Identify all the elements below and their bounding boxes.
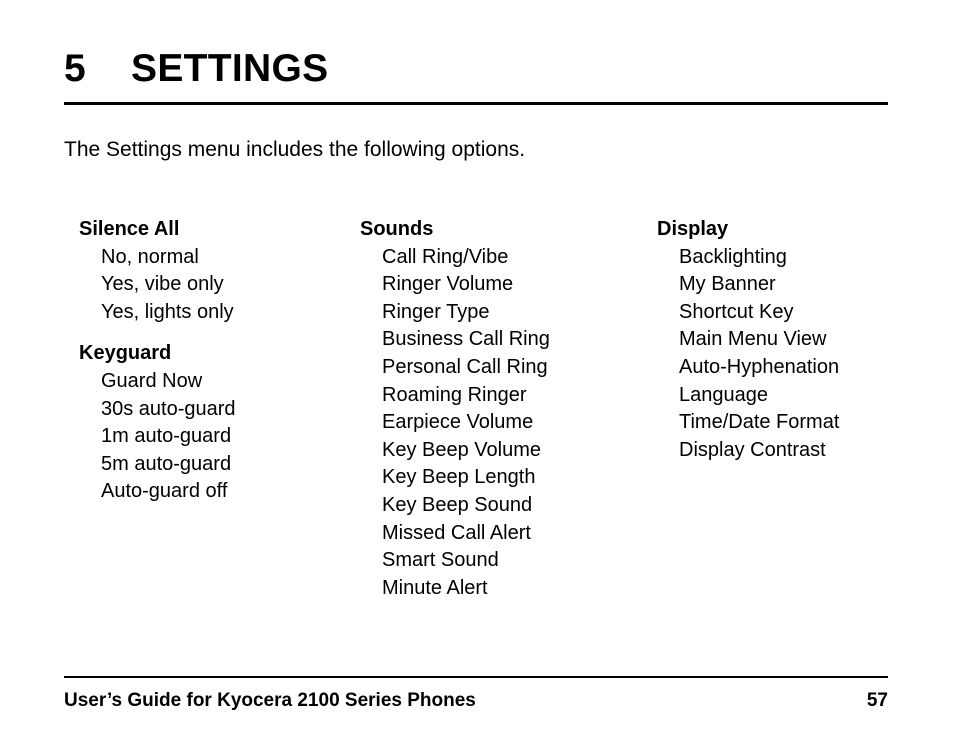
intro-paragraph: The Settings menu includes the following…	[64, 138, 526, 161]
settings-group-keyguard: Keyguard Guard Now 30s auto-guard 1m aut…	[79, 340, 349, 506]
list-item: Language	[679, 383, 768, 406]
group-heading: Display	[657, 218, 729, 240]
list-item: 5m auto-guard	[101, 452, 232, 475]
list-item: Minute Alert	[382, 576, 488, 599]
list-item: Call Ring/Vibe	[382, 245, 509, 268]
group-heading: Keyguard	[79, 342, 172, 365]
list-item: No, normal	[101, 245, 199, 268]
footer-divider	[64, 676, 888, 678]
list-item: Auto-Hyphenation	[679, 355, 840, 378]
list-item: Business Call Ring	[382, 328, 550, 351]
list-item: Backlighting	[679, 245, 787, 268]
chapter-heading: 5 SETTINGS	[64, 46, 888, 92]
settings-group-sounds: Sounds Call Ring/Vibe Ringer Volume Ring…	[360, 216, 645, 602]
group-heading: Sounds	[360, 218, 434, 240]
settings-column-1: Silence All No, normal Yes, vibe only Ye…	[79, 216, 349, 506]
list-item: Display Contrast	[679, 438, 826, 461]
page-number: 57	[866, 690, 888, 711]
list-item: Smart Sound	[382, 549, 499, 572]
page-title: 5 SETTINGS	[64, 46, 888, 92]
settings-columns: Silence All No, normal Yes, vibe only Ye…	[0, 216, 954, 616]
list-item: Guard Now	[101, 369, 203, 392]
list-item: Yes, lights only	[101, 300, 234, 323]
group-heading: Silence All	[79, 218, 180, 240]
list-item: Ringer Volume	[382, 273, 514, 296]
settings-group-silence-all: Silence All No, normal Yes, vibe only Ye…	[79, 216, 349, 326]
footer-title: User’s Guide for Kyocera 2100 Series Pho…	[64, 690, 476, 711]
list-item: Key Beep Volume	[382, 438, 541, 461]
list-item: Roaming Ringer	[382, 383, 527, 406]
list-item: 1m auto-guard	[101, 425, 232, 448]
list-item: Earpiece Volume	[382, 411, 534, 434]
settings-group-display: Display Backlighting My Banner Shortcut …	[657, 216, 947, 464]
group-item-list: No, normal Yes, vibe only Yes, lights on…	[79, 244, 349, 327]
list-item: 30s auto-guard	[101, 397, 236, 420]
list-item: Main Menu View	[679, 328, 827, 351]
list-item: Yes, vibe only	[101, 273, 224, 296]
group-item-list: Guard Now 30s auto-guard 1m auto-guard 5…	[79, 368, 349, 506]
list-item: Missed Call Alert	[382, 521, 531, 544]
list-item: Key Beep Length	[382, 466, 536, 489]
list-item: My Banner	[679, 273, 776, 296]
list-item: Key Beep Sound	[382, 493, 533, 516]
settings-column-3: Display Backlighting My Banner Shortcut …	[657, 216, 947, 464]
list-item: Ringer Type	[382, 300, 490, 323]
chapter-number: 5	[64, 47, 86, 90]
document-page: 5 SETTINGS The Settings menu includes the…	[0, 0, 954, 738]
chapter-title-text: SETTINGS	[131, 47, 329, 90]
list-item: Time/Date Format	[679, 411, 840, 434]
group-item-list: Call Ring/Vibe Ringer Volume Ringer Type…	[360, 244, 645, 603]
page-footer: User’s Guide for Kyocera 2100 Series Pho…	[64, 688, 888, 716]
list-item: Personal Call Ring	[382, 355, 548, 378]
title-divider	[64, 102, 888, 105]
list-item: Shortcut Key	[679, 300, 794, 323]
group-item-list: Backlighting My Banner Shortcut Key Main…	[657, 244, 947, 465]
list-item: Auto-guard off	[101, 480, 228, 503]
settings-column-2: Sounds Call Ring/Vibe Ringer Volume Ring…	[360, 216, 645, 602]
